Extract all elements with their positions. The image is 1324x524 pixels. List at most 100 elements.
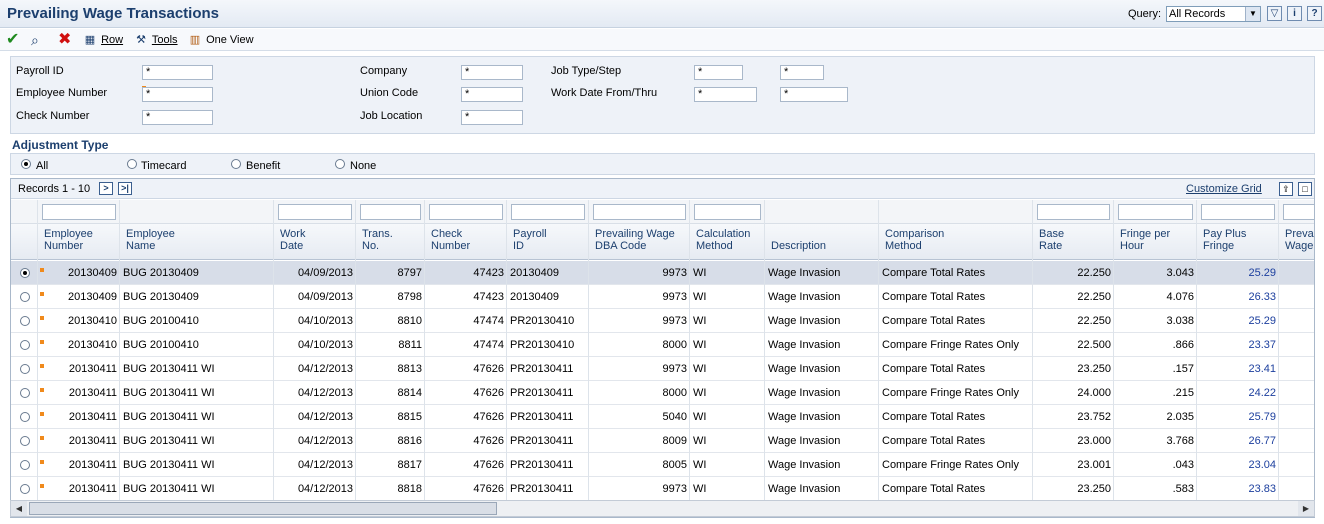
cell-dba-code: 5040 [662, 411, 687, 423]
query-select-value: All Records [1169, 8, 1226, 20]
find-icon[interactable]: ⌕ [31, 31, 39, 49]
qbe-calculation-method-input[interactable] [694, 204, 761, 220]
header-payroll-id[interactable]: Payroll ID [507, 224, 589, 260]
export-icon[interactable]: ⇪ [1279, 182, 1293, 196]
qbe-work-date-input[interactable] [278, 204, 352, 220]
chevron-down-icon[interactable]: ▼ [1245, 7, 1260, 21]
table-row[interactable]: 20130411 BUG 20130411 WI 04/12/2013 8814 476… [11, 381, 1314, 405]
ok-checkmark-icon[interactable]: ✔ [6, 31, 19, 49]
header-label: Payroll [513, 228, 547, 240]
horizontal-scrollbar[interactable]: ◀ ▶ [10, 500, 1315, 517]
row-select-radio[interactable] [20, 364, 30, 374]
work-date-thru-input[interactable]: * [780, 87, 848, 102]
row-select-radio[interactable] [20, 388, 30, 398]
header-label: Number [431, 240, 471, 252]
radio-none[interactable] [335, 159, 345, 169]
table-row[interactable]: 20130409 BUG 20130409 04/09/2013 8797 47423 2… [11, 261, 1314, 285]
qbe-fringe-per-hour-input[interactable] [1118, 204, 1193, 220]
info-icon[interactable]: i [1287, 6, 1302, 21]
work-date-from-input[interactable]: * [694, 87, 757, 102]
radio-benefit[interactable] [231, 159, 241, 169]
header-employee-name[interactable]: Employee Name [120, 224, 274, 260]
header-description[interactable]: Description [765, 224, 879, 260]
table-row[interactable]: 20130410 BUG 20100410 04/10/2013 8811 47474 P… [11, 333, 1314, 357]
row-select-radio[interactable] [20, 484, 30, 494]
cell-pay-plus-fringe[interactable]: 25.29 [1197, 309, 1279, 333]
scroll-right-icon[interactable]: ▶ [1298, 501, 1314, 516]
header-calculation-method[interactable]: Calculation Method [690, 224, 765, 260]
header-check-number[interactable]: Check Number [425, 224, 507, 260]
header-prevailing-wage[interactable]: Prevai Wage [1279, 224, 1314, 260]
header-label: Employee [126, 228, 175, 240]
radio-timecard[interactable] [127, 159, 137, 169]
header-comparison-method[interactable]: Comparison Method [879, 224, 1033, 260]
header-work-date[interactable]: Work Date [274, 224, 356, 260]
one-view-button[interactable]: ▥ One View [187, 31, 254, 49]
cell-pay-plus-fringe[interactable]: 24.22 [1197, 381, 1279, 405]
table-row[interactable]: 20130410 BUG 20100410 04/10/2013 8810 47474 P… [11, 309, 1314, 333]
row-select-radio[interactable] [20, 436, 30, 446]
cell-pay-plus-fringe[interactable]: 26.77 [1197, 429, 1279, 453]
radio-all[interactable] [21, 159, 31, 169]
filter-icon[interactable]: ▽ [1267, 6, 1282, 21]
table-row[interactable]: 20130411 BUG 20130411 WI 04/12/2013 8815 476… [11, 405, 1314, 429]
scroll-left-icon[interactable]: ◀ [11, 501, 27, 516]
help-icon[interactable]: ? [1307, 6, 1322, 21]
maximize-icon[interactable]: □ [1298, 182, 1312, 196]
header-employee-number[interactable]: Employee Number [38, 224, 120, 260]
job-step-input[interactable]: * [780, 65, 824, 80]
table-row[interactable]: 20130411 BUG 20130411 WI 04/12/2013 8813 476… [11, 357, 1314, 381]
next-page-icon[interactable]: > [99, 182, 113, 195]
row-select-radio[interactable] [20, 292, 30, 302]
cell-pay-plus-fringe[interactable]: 23.83 [1197, 477, 1279, 501]
employee-number-input[interactable]: * [142, 87, 213, 102]
qbe-pay-plus-fringe-input[interactable] [1201, 204, 1275, 220]
cell-pay-plus-fringe[interactable]: 23.41 [1197, 357, 1279, 381]
job-type-input[interactable]: * [694, 65, 743, 80]
qbe-trans-no-input[interactable] [360, 204, 421, 220]
row-select-radio[interactable] [20, 340, 30, 350]
qbe-base-rate-input[interactable] [1037, 204, 1110, 220]
row-select-radio[interactable] [20, 412, 30, 422]
radio-timecard-label: Timecard [141, 160, 187, 172]
row-select-radio[interactable] [20, 460, 30, 470]
row-menu-button[interactable]: ▦ Row [82, 31, 123, 49]
header-label: Employee [44, 228, 93, 240]
header-label: Wage [1285, 240, 1314, 252]
table-row[interactable]: 20130411 BUG 20130411 WI 04/12/2013 8816 476… [11, 429, 1314, 453]
row-select-radio[interactable] [20, 268, 30, 278]
qbe-payroll-id-input[interactable] [511, 204, 585, 220]
header-pay-plus-fringe[interactable]: Pay Plus Fringe [1197, 224, 1279, 260]
qbe-check-number-input[interactable] [429, 204, 503, 220]
tools-menu-button[interactable]: ⚒ Tools [133, 31, 177, 49]
table-row[interactable]: 20130411 BUG 20130411 WI 04/12/2013 8818 476… [11, 477, 1314, 501]
query-select[interactable]: All Records ▼ [1166, 6, 1261, 22]
chart-icon: ▥ [189, 34, 201, 46]
payroll-id-input[interactable]: * [142, 65, 213, 80]
qbe-prevailing-wage-input[interactable] [1283, 204, 1314, 220]
row-select-radio[interactable] [20, 316, 30, 326]
header-base-rate[interactable]: Base Rate [1033, 224, 1114, 260]
table-row[interactable]: 20130409 BUG 20130409 04/09/2013 8798 47423 2… [11, 285, 1314, 309]
cell-pay-plus-fringe[interactable]: 23.04 [1197, 453, 1279, 477]
job-location-input[interactable]: * [461, 110, 523, 125]
union-code-input[interactable]: * [461, 87, 523, 102]
check-number-input[interactable]: * [142, 110, 213, 125]
cell-pay-plus-fringe[interactable]: 25.79 [1197, 405, 1279, 429]
cell-pay-plus-fringe[interactable]: 26.33 [1197, 285, 1279, 309]
cell-pay-plus-fringe[interactable]: 25.29 [1197, 261, 1279, 285]
scrollbar-thumb[interactable] [29, 502, 497, 515]
qbe-dba-code-input[interactable] [593, 204, 686, 220]
table-row[interactable]: 20130411 BUG 20130411 WI 04/12/2013 8817 476… [11, 453, 1314, 477]
header-trans-no[interactable]: Trans. No. [356, 224, 425, 260]
company-input[interactable]: * [461, 65, 523, 80]
last-page-icon[interactable]: >| [118, 182, 132, 195]
qbe-employee-number-input[interactable] [42, 204, 116, 220]
close-icon[interactable]: ✖ [58, 31, 71, 49]
cell-pay-plus-fringe[interactable]: 23.37 [1197, 333, 1279, 357]
header-fringe-per-hour[interactable]: Fringe per Hour [1114, 224, 1197, 260]
header-dba-code[interactable]: Prevailing Wage DBA Code [589, 224, 690, 260]
cell-fringe-per-hour: 2.035 [1166, 411, 1194, 423]
cell-trans-no: 8817 [397, 459, 422, 471]
customize-grid-link[interactable]: Customize Grid [1186, 183, 1262, 195]
